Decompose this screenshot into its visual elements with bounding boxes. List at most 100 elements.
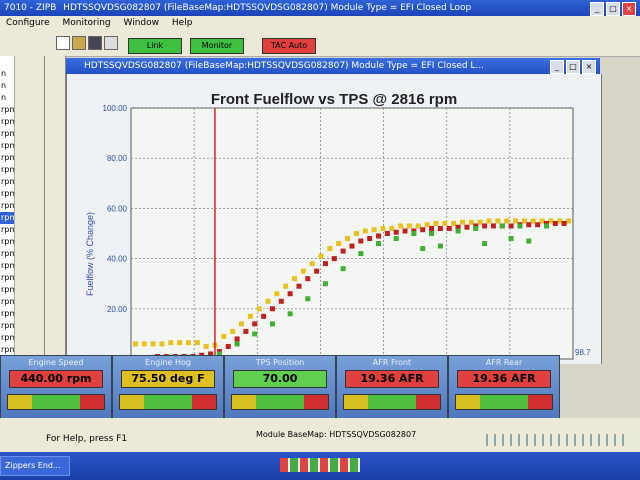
sidebar-item[interactable]: rpm [0,200,14,212]
sidebar-item[interactable]: rpm [0,260,14,272]
gauge-bar-segment [8,395,32,409]
print-icon[interactable] [104,36,118,50]
sidebar-item[interactable]: rpm [0,284,14,296]
data-point [345,236,351,242]
maximize-icon[interactable]: □ [606,2,620,16]
sidebar-item[interactable]: rpm [0,320,14,332]
data-point [371,227,377,233]
data-point [508,223,514,229]
toolbar: Link Monitor TAC Auto [0,30,640,57]
gauge-3[interactable]: AFR Front 19.36 AFR [336,355,448,419]
monitor-status-button[interactable]: Monitor [190,38,244,54]
sidebar-item[interactable]: rpm [0,308,14,320]
gauge-bar [119,394,217,410]
gauge-0[interactable]: Engine Speed 440.00 rpm [0,355,112,419]
data-point [464,224,470,230]
menu-configure[interactable]: Configure [6,18,50,28]
sidebar-item[interactable]: rpm [0,224,14,236]
data-point [247,313,253,319]
taskbar-item[interactable]: Zippers End... [0,456,70,476]
sidebar-item[interactable]: rpm [0,188,14,200]
chart-title: Front Fuelflow vs TPS @ 2816 rpm [211,91,457,108]
y-tick-label: 60.00 [107,204,128,213]
data-point [508,236,514,242]
data-point [300,268,306,274]
chart-window-body: Front Fuelflow vs TPS @ 2816 rpm Fuelflo… [66,74,602,364]
sidebar-item[interactable]: rpm [0,116,14,128]
bottom-toolbar-strip [480,434,630,446]
sidebar-item[interactable]: rpm [0,176,14,188]
data-point [367,236,373,242]
open-folder-icon[interactable] [72,36,86,50]
gauge-bar-segment [192,395,216,409]
gauge-label: Engine Speed [28,358,84,367]
data-point [349,243,355,249]
gauge-bar-segment [456,395,480,409]
sidebar-item[interactable]: rpm [0,212,14,224]
new-file-icon[interactable] [56,36,70,50]
sidebar-item[interactable]: rpm [0,128,14,140]
help-text: For Help, press F1 [46,434,128,444]
gauge-bar-segment [344,395,368,409]
taskbar: Zippers End... [0,452,640,480]
link-status-button[interactable]: Link [128,38,182,54]
save-icon[interactable] [88,36,102,50]
plot-frame [130,107,574,360]
sidebar-item[interactable] [0,56,14,68]
menu-window[interactable]: Window [124,18,160,28]
menu-help[interactable]: Help [172,18,193,28]
gauge-label: TPS Position [255,358,305,367]
data-point [261,313,267,319]
data-point [446,225,452,231]
data-point [239,321,244,327]
fuelflow-chart[interactable]: Front Fuelflow vs TPS @ 2816 rpm Fuelflo… [67,74,601,364]
sidebar-item[interactable]: rpm [0,152,14,164]
menu-bar: Configure Monitoring Window Help [0,16,640,30]
tac-auto-status-button[interactable]: TAC Auto [262,38,316,54]
data-point [495,218,501,224]
gauge-row: Engine Speed 440.00 rpm Engine Hog 75.50 de… [0,355,560,419]
sidebar-item[interactable]: rpm [0,140,14,152]
sidebar-item[interactable]: rpm [0,272,14,284]
sidebar-item[interactable]: n [0,80,14,92]
close-icon[interactable]: × [622,2,636,16]
data-point [185,340,191,346]
outer-window-title: HDTSSQVDSG082807 (FileBaseMap:HDTSSQVDSG… [63,3,472,13]
sidebar-item[interactable]: rpm [0,332,14,344]
gauge-value: 440.00 rpm [9,370,103,388]
chart-window-title: HDTSSQVDSG082807 (FileBaseMap:HDTSSQVDSG… [84,61,485,71]
gauge-label: AFR Rear [485,358,523,367]
sidebar-item[interactable]: n [0,68,14,80]
sidebar-item[interactable]: rpm [0,104,14,116]
data-point [530,218,536,224]
gauge-2[interactable]: TPS Position 70.00 [224,355,336,419]
data-point [539,218,545,224]
sidebar-item[interactable]: rpm [0,296,14,308]
sidebar-item[interactable]: rpm [0,164,14,176]
data-point [132,341,138,347]
chart-minimize-icon[interactable]: _ [550,60,564,74]
sidebar-item[interactable]: rpm [0,248,14,260]
data-point [468,219,474,225]
data-point [389,225,395,231]
chart-close-icon[interactable]: × [582,60,596,74]
data-point [415,223,421,229]
module-text: Module BaseMap: HDTSSQVDSG082807 [256,430,417,439]
data-point [221,333,227,339]
data-point [437,243,443,249]
data-point [442,220,448,226]
data-point [322,281,328,287]
data-point [548,218,554,224]
sidebar-item[interactable]: rpm [0,236,14,248]
chart-maximize-icon[interactable]: □ [566,60,580,74]
data-point [473,225,479,231]
menu-monitoring[interactable]: Monitoring [63,18,111,28]
sidebar-item[interactable]: n [0,92,14,104]
data-point [513,218,519,224]
gauge-4[interactable]: AFR Rear 19.36 AFR [448,355,560,419]
data-point [283,283,289,289]
outer-left-fragment: 7010 - ZIPB [4,3,57,13]
gauge-1[interactable]: Engine Hog 75.50 deg F [112,355,224,419]
data-point [557,218,563,224]
minimize-icon[interactable]: _ [590,2,604,16]
